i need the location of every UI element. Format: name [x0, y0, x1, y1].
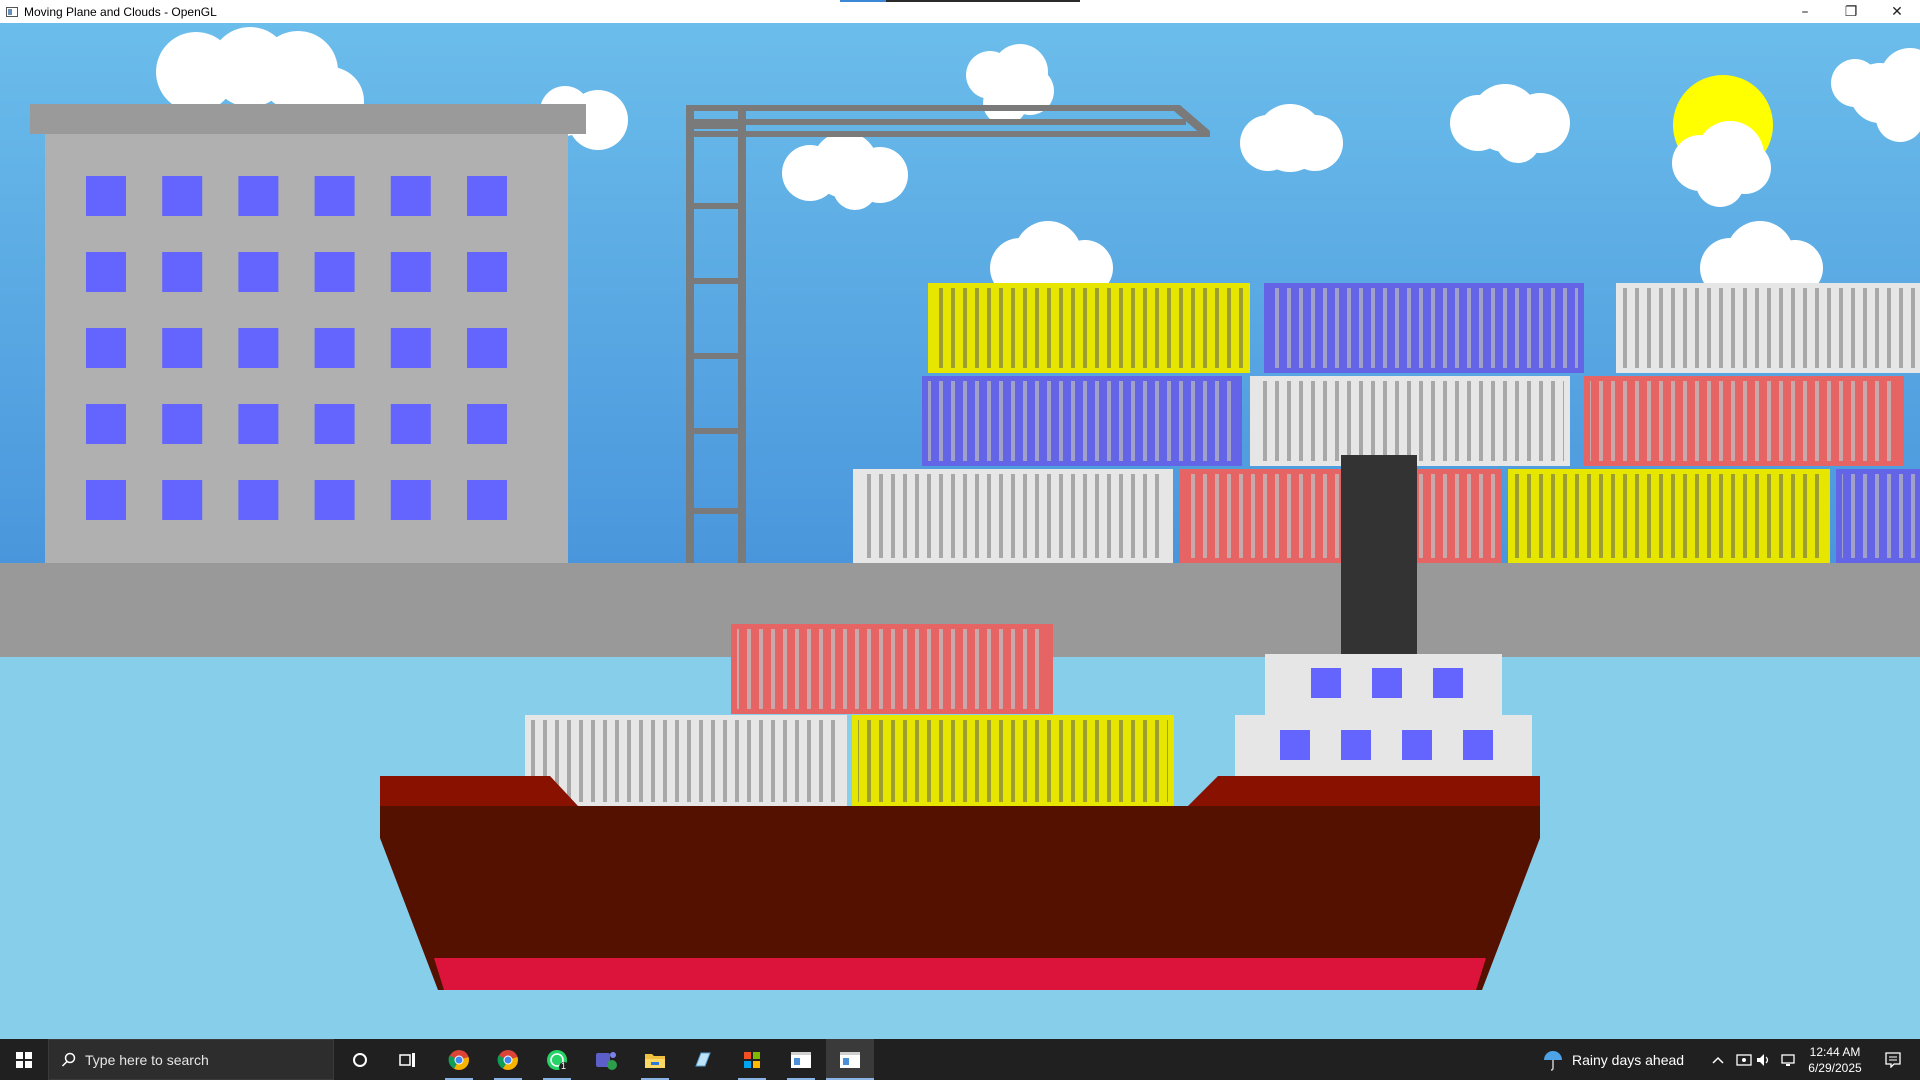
building-window — [467, 252, 507, 292]
search-icon — [61, 1052, 76, 1067]
app-window-icon — [6, 6, 18, 17]
opengl-canvas[interactable] — [0, 23, 1920, 1039]
title-accent-strip — [840, 0, 1080, 2]
minimize-button[interactable]: – — [1782, 0, 1828, 23]
building-window — [238, 252, 279, 292]
building-window — [238, 404, 279, 444]
container-red — [1584, 376, 1904, 466]
opengl-app-icon[interactable] — [777, 1039, 825, 1080]
container-white — [1250, 376, 1570, 466]
window-controls: – ❐ ✕ — [1782, 0, 1920, 23]
search-placeholder: Type here to search — [85, 1051, 209, 1068]
notification-center-icon[interactable] — [1866, 1039, 1920, 1080]
building-window — [86, 176, 126, 216]
weather-widget[interactable]: Rainy days ahead — [1542, 1039, 1692, 1080]
ship-smokestack — [1341, 455, 1417, 660]
building-window — [390, 252, 431, 292]
building — [30, 104, 586, 564]
whatsapp-badge: 1 — [561, 1061, 567, 1071]
start-button[interactable] — [0, 1039, 48, 1080]
umbrella-icon — [1544, 1050, 1562, 1071]
building-window — [467, 328, 507, 368]
container-blue — [1264, 283, 1584, 373]
container-blue — [1836, 469, 1920, 563]
taskbar: Type here to search 1 Rainy days ahead 1… — [0, 1039, 1920, 1080]
ship-cabin — [1235, 654, 1532, 779]
clock-time: 12:44 AM — [1809, 1044, 1861, 1059]
network-icon[interactable] — [1776, 1039, 1800, 1080]
building-window — [86, 328, 126, 368]
building-window — [162, 176, 203, 216]
building-window — [314, 480, 355, 520]
container-white — [853, 469, 1173, 563]
chrome-icon[interactable] — [435, 1039, 483, 1080]
chevron-up-icon[interactable] — [1706, 1039, 1730, 1080]
building-window — [238, 480, 279, 520]
store-icon[interactable] — [728, 1039, 776, 1080]
close-button[interactable]: ✕ — [1874, 0, 1920, 23]
ship-waterline-stripe — [434, 958, 1486, 990]
window-title-bar: Moving Plane and Clouds - OpenGL – ❐ ✕ — [0, 0, 1920, 23]
search-input[interactable]: Type here to search — [48, 1039, 334, 1080]
chrome-profile-icon[interactable] — [484, 1039, 532, 1080]
building-window — [467, 404, 507, 444]
file-explorer-icon[interactable] — [631, 1039, 679, 1080]
windows-logo-icon — [16, 1051, 32, 1068]
building-window — [314, 404, 355, 444]
building-window — [238, 176, 279, 216]
cortana-icon[interactable] — [336, 1039, 384, 1080]
volume-icon[interactable] — [1752, 1039, 1776, 1080]
container-yellow — [1508, 469, 1830, 563]
building-window — [467, 480, 507, 520]
ship-container-white — [525, 715, 847, 807]
building-window — [314, 328, 355, 368]
system-clock[interactable]: 12:44 AM 6/29/2025 — [1800, 1039, 1870, 1080]
ship-container-yellow — [852, 715, 1174, 807]
weather-text: Rainy days ahead — [1572, 1051, 1685, 1068]
building-window — [390, 176, 431, 216]
building-window — [390, 328, 431, 368]
building-window — [314, 252, 355, 292]
building-window — [86, 404, 126, 444]
whatsapp-icon[interactable]: 1 — [533, 1039, 581, 1080]
notepad-icon[interactable] — [679, 1039, 727, 1080]
container-white — [1616, 283, 1920, 373]
building-window — [162, 404, 203, 444]
container-blue — [922, 376, 1242, 466]
teams-icon[interactable] — [582, 1039, 630, 1080]
container-yellow — [928, 283, 1250, 373]
building-window — [162, 480, 203, 520]
window-title: Moving Plane and Clouds - OpenGL — [24, 4, 217, 19]
building-window — [86, 252, 126, 292]
building-window — [390, 404, 431, 444]
building-window — [238, 328, 279, 368]
building-roof — [30, 104, 586, 134]
task-view-icon[interactable] — [384, 1039, 432, 1080]
building-window — [162, 328, 203, 368]
ship-hull — [380, 776, 1540, 990]
clock-date: 6/29/2025 — [1808, 1060, 1862, 1075]
building-window — [162, 252, 203, 292]
building-window — [390, 480, 431, 520]
restore-button[interactable]: ❐ — [1828, 0, 1874, 23]
building-window — [86, 480, 126, 520]
opengl-window-icon[interactable] — [826, 1039, 874, 1080]
building-window — [314, 176, 355, 216]
ship-container-red — [731, 624, 1053, 714]
building-window — [467, 176, 507, 216]
